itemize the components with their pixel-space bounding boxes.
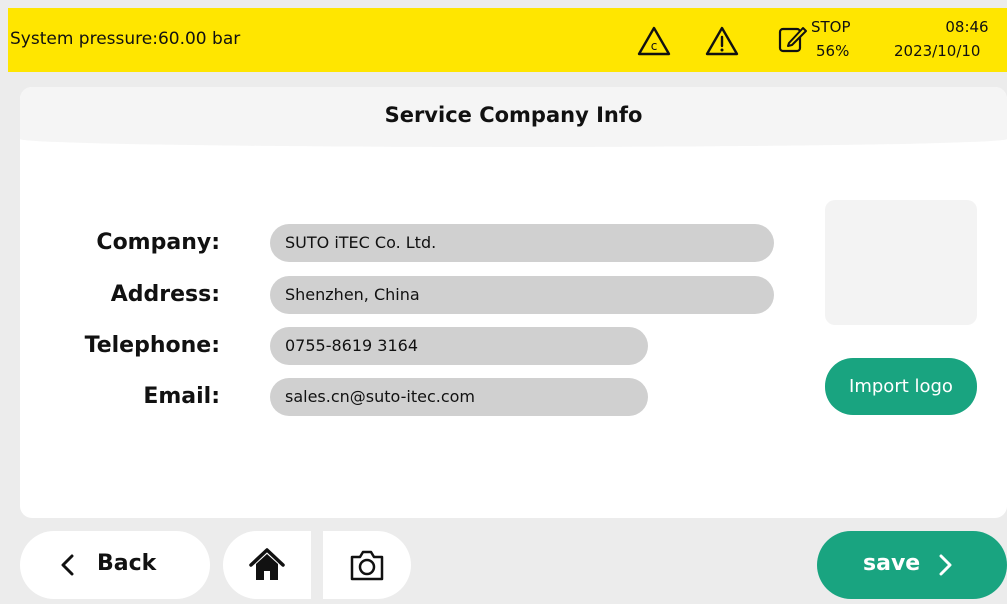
back-button[interactable]: Back <box>20 531 210 599</box>
system-pressure-text: System pressure:60.00 bar <box>10 29 241 49</box>
chevron-left-icon <box>60 554 74 576</box>
home-icon <box>248 547 286 583</box>
back-label: Back <box>97 551 157 576</box>
stop-percent: 56% <box>816 42 850 60</box>
company-label: Company: <box>96 230 220 255</box>
email-label: Email: <box>143 384 220 409</box>
run-status[interactable]: STOP 56% <box>778 18 868 66</box>
status-bar: System pressure:60.00 bar c STOP 56% 08:… <box>8 8 1007 72</box>
page-title: Service Company Info <box>384 103 643 127</box>
edit-icon[interactable] <box>778 24 808 54</box>
address-field[interactable]: Shenzhen, China <box>270 276 774 314</box>
address-label: Address: <box>110 282 220 307</box>
clock-date: 2023/10/10 <box>894 42 981 60</box>
home-button[interactable] <box>223 531 311 599</box>
telephone-label: Telephone: <box>84 333 220 358</box>
logo-preview <box>825 200 977 325</box>
import-logo-button[interactable]: Import logo <box>825 358 977 415</box>
stop-label: STOP <box>811 18 851 36</box>
chevron-right-icon <box>939 554 953 576</box>
company-field[interactable]: SUTO iTEC Co. Ltd. <box>270 224 774 262</box>
screenshot-button[interactable] <box>323 531 411 599</box>
panel-header: Service Company Info <box>20 87 1007 147</box>
warning-icon[interactable] <box>704 25 740 57</box>
clock-time: 08:46 <box>945 18 989 36</box>
svg-text:c: c <box>651 39 658 53</box>
save-button[interactable]: save <box>817 531 1007 599</box>
save-label: save <box>863 551 921 576</box>
calibration-warning-icon[interactable]: c <box>636 25 672 57</box>
service-company-panel: Service Company Info Company: SUTO iTEC … <box>20 87 1007 518</box>
email-field[interactable]: sales.cn@suto-itec.com <box>270 378 648 416</box>
camera-icon <box>348 547 386 583</box>
telephone-field[interactable]: 0755-8619 3164 <box>270 327 648 365</box>
